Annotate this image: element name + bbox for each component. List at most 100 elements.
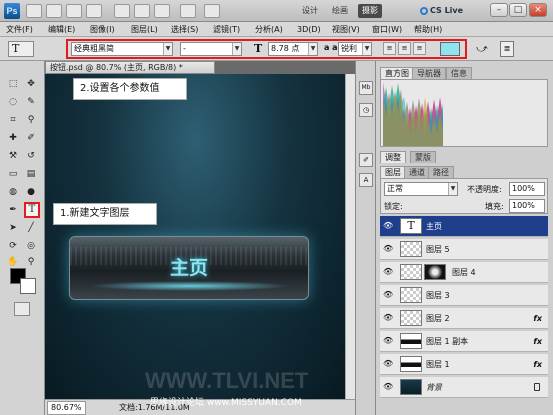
layer-row[interactable]: 👁 图层 1 副本 fx	[380, 331, 548, 352]
font-family-select[interactable]: 经典粗黑简 ▼	[71, 42, 173, 56]
visibility-eye-icon[interactable]: 👁	[383, 337, 393, 345]
character-panel-icon[interactable]: A	[359, 173, 373, 187]
crop-tool-icon[interactable]: ⌗	[6, 113, 20, 127]
menu-view[interactable]: 视图(V)	[332, 22, 360, 37]
minibridge-panel-icon[interactable]: Mb	[359, 81, 373, 95]
tab-adjustments[interactable]: 调整	[380, 151, 406, 163]
gradient-tool-icon[interactable]: ▤	[24, 167, 38, 181]
tab-paths[interactable]: 路径	[428, 166, 454, 178]
effects-icon[interactable]: fx	[533, 331, 542, 352]
visibility-eye-icon[interactable]: 👁	[383, 268, 393, 276]
opacity-field[interactable]: 100%	[509, 182, 545, 196]
zoom-tool-icon[interactable]	[134, 4, 150, 18]
tab-histogram[interactable]: 直方图	[380, 67, 414, 79]
eyedropper-tool-icon[interactable]: ⚲	[24, 113, 38, 127]
blend-mode-select[interactable]: 正常 ▼	[384, 182, 458, 196]
history-panel-icon[interactable]: ◷	[359, 103, 373, 117]
rotate-view-icon[interactable]	[154, 4, 170, 18]
menu-window[interactable]: 窗口(W)	[372, 22, 402, 37]
align-right-icon[interactable]: ≡	[413, 42, 426, 55]
menu-analysis[interactable]: 分析(A)	[255, 22, 283, 37]
background-color-swatch[interactable]	[20, 278, 36, 294]
align-left-icon[interactable]: ≡	[383, 42, 396, 55]
character-panel-icon[interactable]: ≣	[500, 41, 514, 57]
effects-icon[interactable]: fx	[533, 354, 542, 375]
bridge-icon[interactable]	[26, 4, 42, 18]
visibility-eye-icon[interactable]: 👁	[383, 291, 393, 299]
visibility-eye-icon[interactable]: 👁	[383, 245, 393, 253]
tab-layers[interactable]: 图层	[380, 166, 406, 178]
type-tool-icon[interactable]: T	[24, 202, 40, 218]
lasso-tool-icon[interactable]: ◌	[6, 95, 20, 109]
menu-file[interactable]: 文件(F)	[6, 22, 33, 37]
eraser-tool-icon[interactable]: ▭	[6, 167, 20, 181]
quick-mask-icon[interactable]	[14, 302, 30, 316]
visibility-eye-icon[interactable]: 👁	[383, 314, 393, 322]
screen-mode-icon[interactable]	[204, 4, 220, 18]
font-size-field[interactable]: 8.78 点 ▼	[268, 42, 318, 56]
workspace-photo[interactable]: 摄影	[358, 4, 382, 18]
canvas[interactable]: 主页 WWW.TLVI.NET	[45, 74, 345, 399]
arrange-docs-icon[interactable]	[180, 4, 196, 18]
clone-stamp-icon[interactable]: ⚒	[6, 149, 20, 163]
blur-tool-icon[interactable]: ◍	[6, 185, 20, 199]
cs-live-button[interactable]: CS Live	[420, 4, 463, 18]
workspace-design[interactable]: 设计	[298, 4, 322, 18]
extras-icon[interactable]	[66, 4, 82, 18]
path-select-icon[interactable]: ➤	[6, 221, 20, 235]
layer-row[interactable]: 👁 背景	[380, 377, 548, 398]
warp-text-icon[interactable]: ⤻	[474, 41, 490, 57]
brush-panel-icon[interactable]: ✐	[359, 153, 373, 167]
quick-select-tool-icon[interactable]: ✎	[24, 95, 38, 109]
font-style-select[interactable]: - ▼	[180, 42, 242, 56]
brush-tool-icon[interactable]: ✐	[24, 131, 38, 145]
text-color-swatch[interactable]	[440, 42, 460, 56]
menu-filter[interactable]: 滤镜(T)	[213, 22, 240, 37]
menu-image[interactable]: 图像(I)	[90, 22, 115, 37]
pen-tool-icon[interactable]: ✒	[6, 203, 20, 217]
tab-channels[interactable]: 通道	[404, 166, 430, 178]
3d-rotate-icon[interactable]: ⟳	[6, 239, 20, 253]
layer-row[interactable]: 👁 图层 3	[380, 285, 548, 306]
antialias-select[interactable]: 锐利 ▼	[338, 42, 372, 56]
tab-masks[interactable]: 蒙版	[410, 151, 436, 163]
workspace-paint[interactable]: 绘画	[328, 4, 352, 18]
document-tab[interactable]: 按钮.psd @ 80.7% (主页, RGB/8) *	[45, 61, 215, 74]
healing-brush-icon[interactable]: ✚	[6, 131, 20, 145]
shape-tool-icon[interactable]: ╱	[24, 221, 38, 235]
maximize-button[interactable]: □	[509, 3, 527, 17]
align-center-icon[interactable]: ≡	[398, 42, 411, 55]
zoom-tool-icon[interactable]: ⚲	[24, 255, 38, 269]
tab-navigator[interactable]: 导航器	[412, 67, 446, 79]
minibridge-icon[interactable]	[46, 4, 62, 18]
dodge-tool-icon[interactable]: ●	[24, 185, 38, 199]
layer-row[interactable]: 👁 图层 5	[380, 239, 548, 260]
zoom-level-icon[interactable]	[86, 4, 102, 18]
layer-row[interactable]: 👁 图层 4	[380, 262, 548, 283]
menu-help[interactable]: 帮助(H)	[414, 22, 442, 37]
layer-row[interactable]: 👁 图层 2 fx	[380, 308, 548, 329]
menu-3d[interactable]: 3D(D)	[297, 22, 321, 37]
close-button[interactable]: ×	[529, 3, 547, 17]
layer-row[interactable]: 👁 T 主页	[380, 216, 548, 237]
layer-row[interactable]: 👁 图层 1 fx	[380, 354, 548, 375]
tool-preset-picker[interactable]: T	[8, 41, 34, 57]
menu-edit[interactable]: 编辑(E)	[48, 22, 75, 37]
history-brush-icon[interactable]: ↺	[24, 149, 38, 163]
canvas-scrollbar[interactable]	[345, 74, 355, 399]
fill-field[interactable]: 100%	[509, 199, 545, 213]
zoom-field[interactable]: 80.67%	[47, 401, 86, 415]
tab-info[interactable]: 信息	[446, 67, 472, 79]
marquee-tool-icon[interactable]: ⬚	[6, 77, 20, 91]
visibility-eye-icon[interactable]: 👁	[383, 360, 393, 368]
3d-orbit-icon[interactable]: ◎	[24, 239, 38, 253]
visibility-eye-icon[interactable]: 👁	[383, 222, 393, 230]
minimize-button[interactable]: –	[490, 3, 508, 17]
move-tool-icon[interactable]: ✥	[24, 77, 38, 91]
visibility-eye-icon[interactable]: 👁	[383, 383, 393, 391]
hand-tool-icon[interactable]	[114, 4, 130, 18]
menu-layer[interactable]: 图层(L)	[131, 22, 158, 37]
effects-icon[interactable]: fx	[533, 308, 542, 329]
canvas-title-text[interactable]: 主页	[70, 253, 308, 280]
menu-select[interactable]: 选择(S)	[171, 22, 198, 37]
